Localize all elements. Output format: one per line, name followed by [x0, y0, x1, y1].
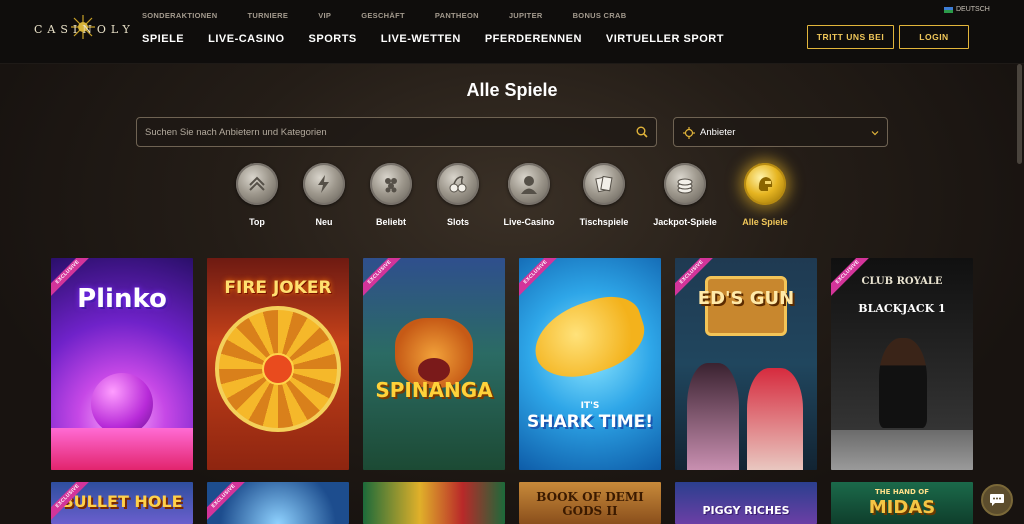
page-scrollbar[interactable] — [1017, 64, 1022, 164]
top-link-bonus-crab[interactable]: BONUS CRAB — [573, 11, 627, 20]
category-label: Tischspiele — [579, 217, 629, 227]
game-tile-game-8[interactable]: EXCLUSIVE — [207, 482, 349, 524]
nav-sports[interactable]: SPORTS — [309, 33, 357, 45]
top-links-nav: SONDERAKTIONEN TURNIERE VIP GESCHÄFT PAN… — [142, 11, 656, 20]
nav-spiele[interactable]: SPIELE — [142, 33, 184, 45]
chat-button[interactable] — [981, 484, 1013, 516]
chat-bubble-icon — [990, 494, 1004, 506]
game-tile-game-9[interactable] — [363, 482, 505, 524]
chevron-down-icon — [871, 131, 879, 136]
category-label: Slots — [446, 217, 469, 227]
game-tile-fire-joker[interactable]: FIRE JOKER — [207, 258, 349, 470]
game-tile-hand-of-midas[interactable]: THE HAND OF MIDAS — [831, 482, 973, 524]
top-link-sonderaktionen[interactable]: SONDERAKTIONEN — [142, 11, 217, 20]
top-link-vip[interactable]: VIP — [318, 11, 331, 20]
game-title: SHARK TIME! — [526, 412, 653, 432]
crown-chevron-icon — [236, 163, 278, 205]
board-graphic — [51, 428, 193, 470]
game-tile-plinko[interactable]: Plinko EXCLUSIVE — [51, 258, 193, 470]
game-subtitle: IT'S — [580, 401, 600, 411]
game-subtitle: CLUB ROYALE — [861, 276, 943, 287]
provider-label: Anbieter — [700, 127, 736, 138]
page-title: Alle Spiele — [466, 80, 558, 100]
nav-virtueller-sport[interactable]: VIRTUELLER SPORT — [606, 33, 724, 45]
character-right-graphic — [747, 368, 803, 470]
logo-wordmark: CASINOLY — [34, 23, 135, 36]
game-tile-spinanga[interactable]: SPINANGA EXCLUSIVE — [363, 258, 505, 470]
category-beliebt[interactable]: Beliebt — [356, 163, 426, 227]
category-jackpot-spiele[interactable]: Jackpot-Spiele — [650, 163, 720, 227]
table-graphic — [831, 430, 973, 470]
category-label: Beliebt — [375, 217, 406, 227]
category-slots[interactable]: Slots — [423, 163, 493, 227]
top-link-pantheon[interactable]: PANTHEON — [435, 11, 479, 20]
joker-face-graphic — [262, 353, 294, 385]
main-nav: SPIELE LIVE-CASINO SPORTS LIVE-WETTEN PF… — [142, 33, 748, 45]
category-tischspiele[interactable]: Tischspiele — [569, 163, 639, 227]
game-tile-book-of-demi-gods[interactable]: BOOK OF DEMI GODS II — [519, 482, 661, 524]
game-tile-eds-gun[interactable]: ED'S GUN EXCLUSIVE — [675, 258, 817, 470]
language-selector[interactable]: DEUTSCH — [944, 6, 990, 13]
nav-live-casino[interactable]: LIVE-CASINO — [208, 33, 284, 45]
cherries-icon — [437, 163, 479, 205]
game-tile-piggy-riches[interactable]: PIGGY RICHES — [675, 482, 817, 524]
category-label: Neu — [315, 217, 333, 227]
nav-pferderennen[interactable]: PFERDERENNEN — [485, 33, 582, 45]
character-left-graphic — [687, 363, 739, 470]
ball-graphic — [91, 373, 153, 435]
game-tile-bullet-hole[interactable]: BULLET HOLE EXCLUSIVE — [51, 482, 193, 524]
language-label: DEUTSCH — [956, 6, 990, 13]
site-header: CASINOLY SONDERAKTIONEN TURNIERE VIP GES… — [0, 0, 1024, 64]
cards-icon — [583, 163, 625, 205]
top-link-jupiter[interactable]: JUPITER — [509, 11, 543, 20]
category-label: Live-Casino — [503, 217, 555, 227]
game-title: BOOK OF DEMI GODS II — [536, 490, 644, 518]
category-top[interactable]: Top — [222, 163, 292, 227]
dealer-graphic — [879, 338, 927, 428]
game-title: PIGGY RICHES — [702, 504, 790, 517]
game-title: FIRE JOKER — [224, 278, 332, 298]
provider-dropdown[interactable]: Anbieter — [673, 117, 888, 147]
helmet-icon — [744, 163, 786, 205]
casinoly-logo[interactable]: CASINOLY — [34, 14, 130, 44]
game-title: SPINANGA — [375, 378, 493, 402]
game-tile-blackjack[interactable]: CLUB ROYALE BLACKJACK 1 EXCLUSIVE — [831, 258, 973, 470]
category-label: Top — [249, 217, 265, 227]
category-label: Alle Spiele — [742, 217, 788, 227]
category-neu[interactable]: Neu — [289, 163, 359, 227]
game-title: ED'S GUN — [697, 288, 795, 309]
lightning-icon — [303, 163, 345, 205]
nav-live-wetten[interactable]: LIVE-WETTEN — [381, 33, 461, 45]
flag-icon — [944, 6, 953, 13]
top-link-geschaeft[interactable]: GESCHÄFT — [361, 11, 405, 20]
coins-icon — [664, 163, 706, 205]
game-subtitle: THE HAND OF — [875, 488, 929, 496]
register-button[interactable]: TRITT UNS BEI — [807, 25, 894, 49]
game-tile-shark-time[interactable]: IT'S SHARK TIME! EXCLUSIVE — [519, 258, 661, 470]
search-icon[interactable] — [636, 126, 648, 138]
login-button[interactable]: LOGIN — [899, 25, 969, 49]
game-title: BLACKJACK 1 — [858, 302, 946, 315]
category-label: Jackpot-Spiele — [653, 217, 717, 227]
game-title: Plinko — [77, 284, 167, 314]
top-link-turniere[interactable]: TURNIERE — [247, 11, 288, 20]
category-live-casino[interactable]: Live-Casino — [494, 163, 564, 227]
grapes-icon — [370, 163, 412, 205]
crosshair-icon — [683, 127, 695, 139]
game-title: MIDAS — [868, 497, 936, 518]
bust-icon — [508, 163, 550, 205]
category-alle-spiele[interactable]: Alle Spiele — [730, 163, 800, 227]
search-input[interactable] — [145, 118, 625, 146]
search-box — [136, 117, 657, 147]
